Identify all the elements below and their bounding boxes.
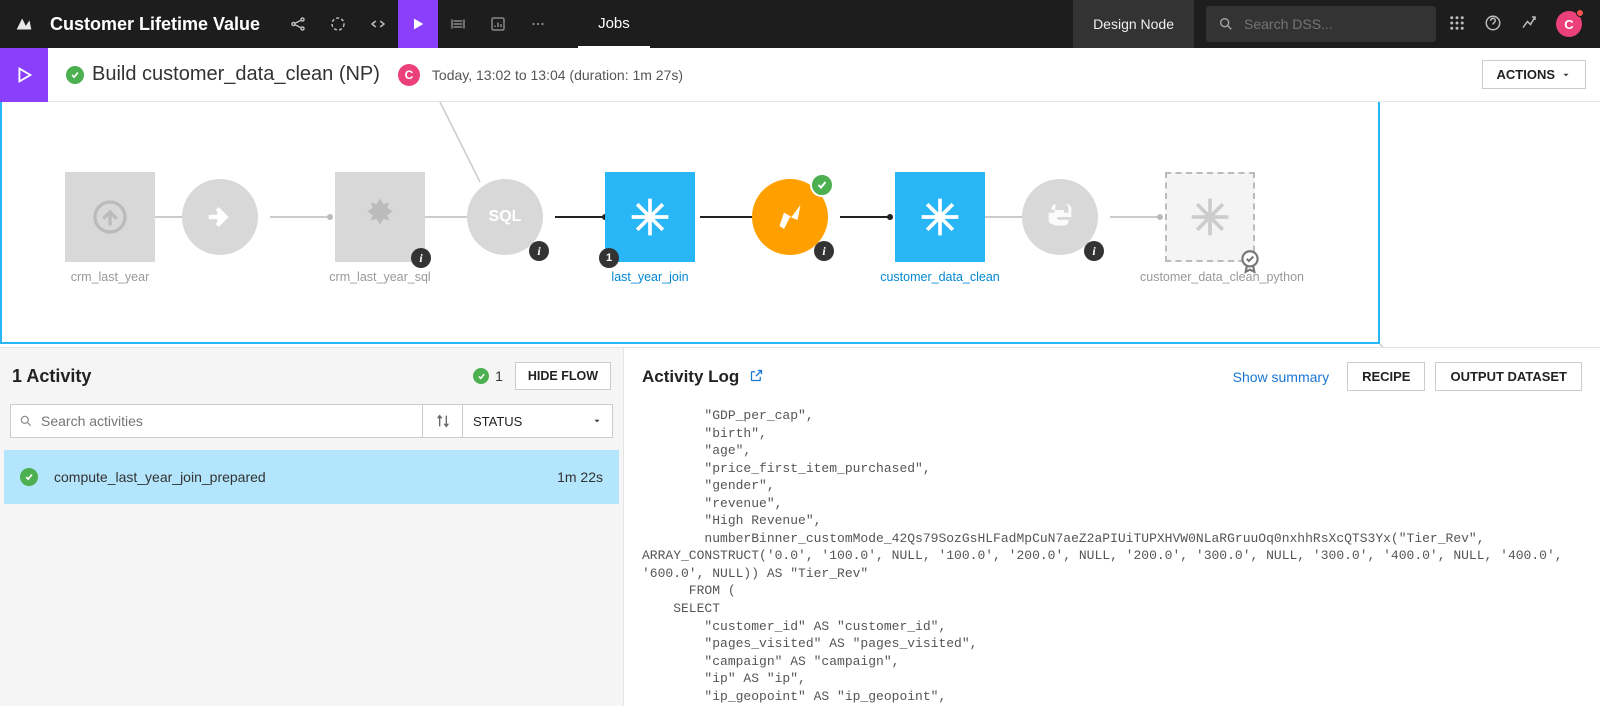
job-time: Today, 13:02 to 13:04 (duration: 1m 27s): [432, 67, 683, 83]
activities-pane: 1 Activity 1 HIDE FLOW STATUS compute_la…: [0, 348, 624, 706]
node-label: crm_last_year: [40, 270, 180, 284]
output-dataset-button[interactable]: OUTPUT DATASET: [1435, 362, 1582, 391]
dashboard-icon[interactable]: [478, 0, 518, 48]
job-status-icon: [66, 66, 84, 84]
activities-header: 1 Activity 1 HIDE FLOW: [0, 348, 623, 404]
actions-button[interactable]: ACTIONS: [1482, 60, 1587, 89]
top-nav: Customer Lifetime Value Jobs Design Node…: [0, 0, 1600, 48]
info-badge-icon[interactable]: i: [1084, 241, 1104, 261]
avatar-initial: C: [1564, 17, 1573, 32]
hide-flow-button[interactable]: HIDE FLOW: [515, 362, 611, 390]
check-icon: [473, 368, 489, 384]
recipe-button[interactable]: RECIPE: [1347, 362, 1425, 391]
actions-label: ACTIONS: [1497, 67, 1556, 82]
design-node-button[interactable]: Design Node: [1073, 0, 1194, 48]
dataset-crm-last-year-sql[interactable]: i crm_last_year_sql: [310, 172, 450, 284]
trend-icon[interactable]: [1520, 14, 1538, 35]
activity-search[interactable]: [10, 404, 423, 438]
activity-status-icon: [20, 468, 38, 486]
recipe-sync[interactable]: [165, 179, 275, 255]
activity-filters: STATUS: [0, 404, 623, 450]
run-icon[interactable]: [398, 0, 438, 48]
jobs-tab[interactable]: Jobs: [578, 0, 650, 48]
dataset-customer-data-clean-python[interactable]: customer_data_clean_python: [1140, 172, 1280, 284]
notification-dot: [1576, 9, 1584, 17]
bottom-split: 1 Activity 1 HIDE FLOW STATUS compute_la…: [0, 348, 1600, 706]
recipe-python[interactable]: i: [1005, 179, 1115, 255]
more-icon[interactable]: [518, 0, 558, 48]
status-dropdown[interactable]: STATUS: [463, 404, 613, 438]
project-name[interactable]: Customer Lifetime Value: [48, 14, 278, 35]
status-label: STATUS: [473, 414, 522, 429]
code-icon[interactable]: [358, 0, 398, 48]
topnav-right: C: [1448, 11, 1600, 37]
info-badge-icon[interactable]: i: [814, 241, 834, 261]
log-title: Activity Log: [642, 367, 739, 387]
activity-name: compute_last_year_join_prepared: [54, 469, 557, 485]
sort-button[interactable]: [423, 404, 463, 438]
search-icon: [11, 414, 41, 428]
apps-icon[interactable]: [1448, 14, 1466, 35]
search-icon: [1218, 16, 1234, 32]
job-title: Build customer_data_clean (NP): [92, 63, 380, 86]
circle-icon[interactable]: [318, 0, 358, 48]
node-label: last_year_join: [580, 270, 720, 284]
app-logo[interactable]: [0, 0, 48, 48]
info-badge-icon[interactable]: i: [529, 241, 549, 261]
user-avatar[interactable]: C: [1556, 11, 1582, 37]
activity-row[interactable]: compute_last_year_join_prepared 1m 22s: [4, 450, 619, 504]
job-play-icon[interactable]: [0, 48, 48, 102]
success-count-value: 1: [495, 368, 503, 384]
chevron-down-icon: [592, 416, 602, 426]
log-content[interactable]: "GDP_per_cap", "birth", "age", "price_fi…: [624, 397, 1600, 706]
search-input[interactable]: [1244, 16, 1404, 32]
node-label: crm_last_year_sql: [310, 270, 450, 284]
metric-badge-icon[interactable]: [1237, 248, 1263, 274]
show-summary-link[interactable]: Show summary: [1233, 369, 1329, 385]
share-icon[interactable]: [278, 0, 318, 48]
success-count: 1: [473, 368, 503, 384]
stack-icon[interactable]: [438, 0, 478, 48]
success-badge-icon: [810, 173, 834, 197]
node-label: customer_data_clean: [870, 270, 1010, 284]
recipe-sql[interactable]: SQL i: [450, 179, 560, 255]
flow-canvas[interactable]: crm_last_year i crm_last_year_sql SQL i …: [0, 102, 1600, 348]
dataset-crm-last-year[interactable]: crm_last_year: [40, 172, 180, 284]
job-header: Build customer_data_clean (NP) C Today, …: [0, 48, 1600, 102]
search-box[interactable]: [1206, 6, 1436, 42]
chevron-down-icon: [1561, 70, 1571, 80]
log-header: Activity Log Show summary RECIPE OUTPUT …: [624, 348, 1600, 397]
help-icon[interactable]: [1484, 14, 1502, 35]
count-badge[interactable]: 1: [599, 248, 619, 268]
dataset-customer-data-clean[interactable]: customer_data_clean: [870, 172, 1010, 284]
log-pane: Activity Log Show summary RECIPE OUTPUT …: [624, 348, 1600, 706]
toolbar-group: [278, 0, 558, 48]
info-badge-icon[interactable]: i: [411, 248, 431, 268]
activity-search-input[interactable]: [41, 413, 422, 429]
activity-duration: 1m 22s: [557, 469, 603, 485]
dataset-last-year-join[interactable]: 1 last_year_join: [580, 172, 720, 284]
recipe-prepare[interactable]: i: [735, 179, 845, 255]
external-link-icon[interactable]: [749, 368, 764, 386]
activities-title: 1 Activity: [12, 366, 473, 387]
job-user-avatar[interactable]: C: [398, 64, 420, 86]
